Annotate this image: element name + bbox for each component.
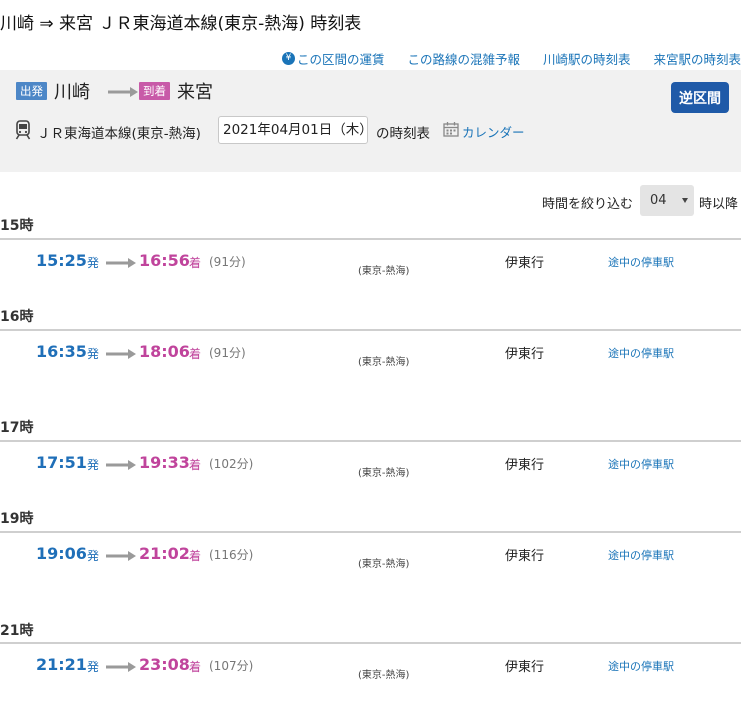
- departure-time: 16:35: [36, 342, 87, 361]
- arrow-right-icon: [106, 349, 136, 359]
- arrival-label: 着: [189, 458, 202, 472]
- line-name: ＪＲ東海道本線(東京-熱海): [37, 126, 201, 142]
- departure-time: 21:21: [36, 655, 87, 674]
- hour-header: 21時: [0, 623, 34, 639]
- intermediate-stops-link[interactable]: 途中の停車駅: [608, 658, 674, 674]
- travel-duration: (91分): [209, 255, 246, 269]
- arrival-label: 着: [189, 256, 202, 270]
- train-row[interactable]: 17:51 発 19:33 着 (102分) (東京-熱海) 伊東行 途中の停車…: [0, 453, 741, 493]
- intermediate-stops-link[interactable]: 途中の停車駅: [608, 254, 674, 270]
- time-filter-value: 04: [650, 193, 667, 208]
- arrival-station-timetable-link[interactable]: 来宮駅の時刻表: [653, 49, 741, 67]
- departure-label: 発: [87, 660, 100, 674]
- travel-duration: (107分): [209, 659, 254, 673]
- departure-label: 発: [87, 458, 100, 472]
- line-section: (東京-熱海): [358, 266, 410, 277]
- date-input[interactable]: 2021年04月01日（木）: [218, 116, 373, 144]
- arrival-label: 着: [189, 549, 202, 563]
- train-destination: 伊東行: [505, 458, 545, 473]
- hour-header: 19時: [0, 511, 34, 527]
- arrival-time: 18:06: [139, 342, 190, 361]
- travel-duration: (102分): [209, 457, 254, 471]
- route-panel: 出発 川崎 到着 来宮 逆区間 ＪＲ東海道本線(東京-熱海) 2021年04月0…: [0, 70, 741, 172]
- departure-time: 19:06: [36, 544, 87, 563]
- time-filter-label: 時間を絞り込む: [542, 197, 634, 212]
- fare-link[interactable]: ¥ この区間の運賃: [281, 49, 385, 67]
- hour-divider: [0, 440, 741, 442]
- arrow-right-icon: [106, 662, 136, 672]
- arrival-label: 着: [189, 660, 202, 674]
- line-section: (東京-熱海): [358, 670, 410, 681]
- train-icon: [15, 120, 31, 140]
- arrival-label: 着: [189, 347, 202, 361]
- arrival-station: 来宮: [177, 82, 213, 103]
- fare-link-label: この区間の運賃: [296, 51, 385, 67]
- travel-duration: (116分): [209, 548, 254, 562]
- departure-time: 17:51: [36, 453, 87, 472]
- arrival-time: 23:08: [139, 655, 190, 674]
- intermediate-stops-link[interactable]: 途中の停車駅: [608, 547, 674, 563]
- page-title: 川崎 ⇒ 来宮 ＪＲ東海道本線(東京-熱海) 時刻表: [0, 14, 362, 34]
- departure-label: 発: [87, 256, 100, 270]
- hour-divider: [0, 238, 741, 240]
- chevron-down-icon: [682, 198, 688, 203]
- line-section: (東京-熱海): [358, 559, 410, 570]
- hour-header: 15時: [0, 218, 34, 234]
- arrow-right-icon: [108, 87, 138, 97]
- train-row[interactable]: 15:25 発 16:56 着 (91分) (東京-熱海) 伊東行 途中の停車駅: [0, 251, 741, 291]
- arrival-time: 16:56: [139, 251, 190, 270]
- line-section: (東京-熱海): [358, 357, 410, 368]
- departure-badge: 出発: [16, 82, 47, 100]
- hour-header: 16時: [0, 309, 34, 325]
- hour-divider: [0, 642, 741, 644]
- intermediate-stops-link[interactable]: 途中の停車駅: [608, 456, 674, 472]
- congestion-link[interactable]: この路線の混雑予報: [407, 49, 520, 67]
- travel-duration: (91分): [209, 346, 246, 360]
- train-destination: 伊東行: [505, 549, 545, 564]
- arrival-time: 19:33: [139, 453, 190, 472]
- train-row[interactable]: 21:21 発 23:08 着 (107分) (東京-熱海) 伊東行 途中の停車…: [0, 655, 741, 695]
- train-row[interactable]: 19:06 発 21:02 着 (116分) (東京-熱海) 伊東行 途中の停車…: [0, 544, 741, 584]
- departure-time: 15:25: [36, 251, 87, 270]
- arrow-right-icon: [106, 258, 136, 268]
- train-row[interactable]: 16:35 発 18:06 着 (91分) (東京-熱海) 伊東行 途中の停車駅: [0, 342, 741, 382]
- departure-label: 発: [87, 549, 100, 563]
- arrival-badge: 到着: [139, 82, 170, 100]
- arrival-time: 21:02: [139, 544, 190, 563]
- arrow-right-icon: [106, 460, 136, 470]
- hour-divider: [0, 329, 741, 331]
- yen-icon: ¥: [281, 51, 295, 65]
- top-links: ¥ この区間の運賃 この路線の混雑予報 川崎駅の時刻表 来宮駅の時刻表: [281, 49, 741, 67]
- time-filter-suffix: 時以降: [699, 197, 739, 212]
- train-destination: 伊東行: [505, 347, 545, 362]
- time-filter-select[interactable]: 04: [640, 185, 694, 216]
- line-section: (東京-熱海): [358, 468, 410, 479]
- departure-station-timetable-link[interactable]: 川崎駅の時刻表: [543, 49, 631, 67]
- train-destination: 伊東行: [505, 256, 545, 271]
- calendar-link[interactable]: カレンダー: [462, 122, 525, 141]
- departure-label: 発: [87, 347, 100, 361]
- train-destination: 伊東行: [505, 660, 545, 675]
- calendar-icon[interactable]: [443, 121, 459, 137]
- date-suffix: の時刻表: [376, 126, 430, 142]
- reverse-route-button[interactable]: 逆区間: [671, 82, 729, 113]
- hour-divider: [0, 531, 741, 533]
- intermediate-stops-link[interactable]: 途中の停車駅: [608, 345, 674, 361]
- departure-station: 川崎: [54, 82, 90, 103]
- hour-header: 17時: [0, 420, 34, 436]
- arrow-right-icon: [106, 551, 136, 561]
